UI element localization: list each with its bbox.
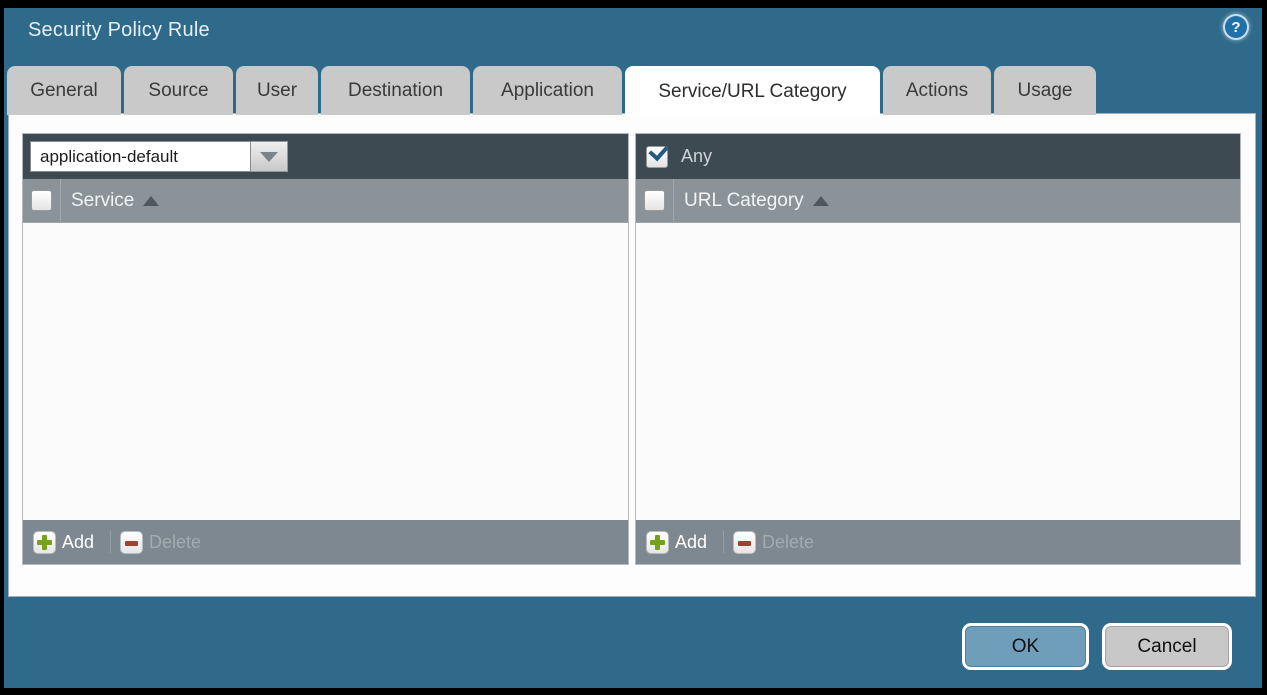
- tab-label: Application: [501, 80, 594, 102]
- url-category-delete-button[interactable]: Delete: [733, 531, 814, 554]
- any-checkbox[interactable]: [646, 146, 668, 168]
- service-table-body: [23, 223, 628, 520]
- service-type-dropdown[interactable]: application-default: [30, 141, 251, 172]
- tab-bar: General Source User Destination Applicat…: [7, 66, 1096, 117]
- security-policy-rule-dialog: Security Policy Rule ? General Source Us…: [0, 0, 1267, 695]
- tab-general[interactable]: General: [7, 66, 121, 115]
- service-column-label: Service: [71, 190, 134, 212]
- footer-separator: [110, 531, 111, 553]
- delete-minus-icon: [733, 531, 756, 554]
- tab-user[interactable]: User: [236, 66, 318, 115]
- dialog-title: Security Policy Rule: [28, 17, 210, 43]
- service-delete-button[interactable]: Delete: [120, 531, 201, 554]
- add-button-label: Add: [675, 532, 707, 553]
- add-plus-icon: [646, 531, 669, 554]
- any-checkbox-label: Any: [681, 146, 712, 167]
- tab-label: Service/URL Category: [658, 81, 846, 103]
- tab-label: General: [30, 80, 98, 102]
- tab-label: Actions: [906, 80, 968, 102]
- sort-ascending-icon: [813, 196, 829, 206]
- cancel-button-label: Cancel: [1137, 636, 1196, 658]
- add-button-label: Add: [62, 532, 94, 553]
- service-add-button[interactable]: Add: [33, 531, 94, 554]
- sort-ascending-icon: [143, 196, 159, 206]
- service-column-header[interactable]: Service: [61, 190, 159, 212]
- service-table-header: Service: [23, 179, 628, 223]
- help-icon-glyph: ?: [1231, 19, 1240, 36]
- tab-destination[interactable]: Destination: [321, 66, 470, 115]
- add-plus-icon: [33, 531, 56, 554]
- tab-label: Source: [148, 80, 208, 102]
- url-category-add-button[interactable]: Add: [646, 531, 707, 554]
- service-panel-toolbar: application-default: [23, 134, 628, 179]
- tab-label: Usage: [1018, 80, 1073, 102]
- url-category-select-all-checkbox[interactable]: [644, 190, 665, 211]
- url-category-column-header[interactable]: URL Category: [674, 190, 829, 212]
- delete-button-label: Delete: [149, 532, 201, 553]
- ok-button-label: OK: [1012, 636, 1039, 658]
- url-category-panel: Any URL Category Add Delete: [635, 133, 1241, 565]
- service-type-dropdown-button[interactable]: [251, 141, 288, 172]
- service-select-all-checkbox[interactable]: [31, 190, 52, 211]
- delete-minus-icon: [120, 531, 143, 554]
- tab-application[interactable]: Application: [473, 66, 622, 115]
- cancel-button[interactable]: Cancel: [1102, 623, 1232, 670]
- url-category-header-check-cell: [636, 179, 674, 222]
- service-type-dropdown-value: application-default: [40, 147, 178, 167]
- tab-service-url-category[interactable]: Service/URL Category: [625, 66, 880, 117]
- delete-button-label: Delete: [762, 532, 814, 553]
- chevron-down-icon: [260, 152, 278, 162]
- url-category-panel-toolbar: Any: [636, 134, 1240, 179]
- service-header-check-cell: [23, 179, 61, 222]
- tab-label: Destination: [348, 80, 443, 102]
- tab-label: User: [257, 80, 297, 102]
- service-panel: application-default Service Add: [22, 133, 629, 565]
- url-category-panel-footer: Add Delete: [636, 520, 1240, 564]
- footer-separator: [723, 531, 724, 553]
- url-category-table-body: [636, 223, 1240, 520]
- service-panel-footer: Add Delete: [23, 520, 628, 564]
- url-category-table-header: URL Category: [636, 179, 1240, 223]
- help-icon[interactable]: ?: [1223, 14, 1249, 40]
- tab-actions[interactable]: Actions: [883, 66, 991, 115]
- tab-usage[interactable]: Usage: [994, 66, 1096, 115]
- url-category-column-label: URL Category: [684, 190, 804, 212]
- ok-button[interactable]: OK: [962, 623, 1089, 670]
- tab-source[interactable]: Source: [124, 66, 233, 115]
